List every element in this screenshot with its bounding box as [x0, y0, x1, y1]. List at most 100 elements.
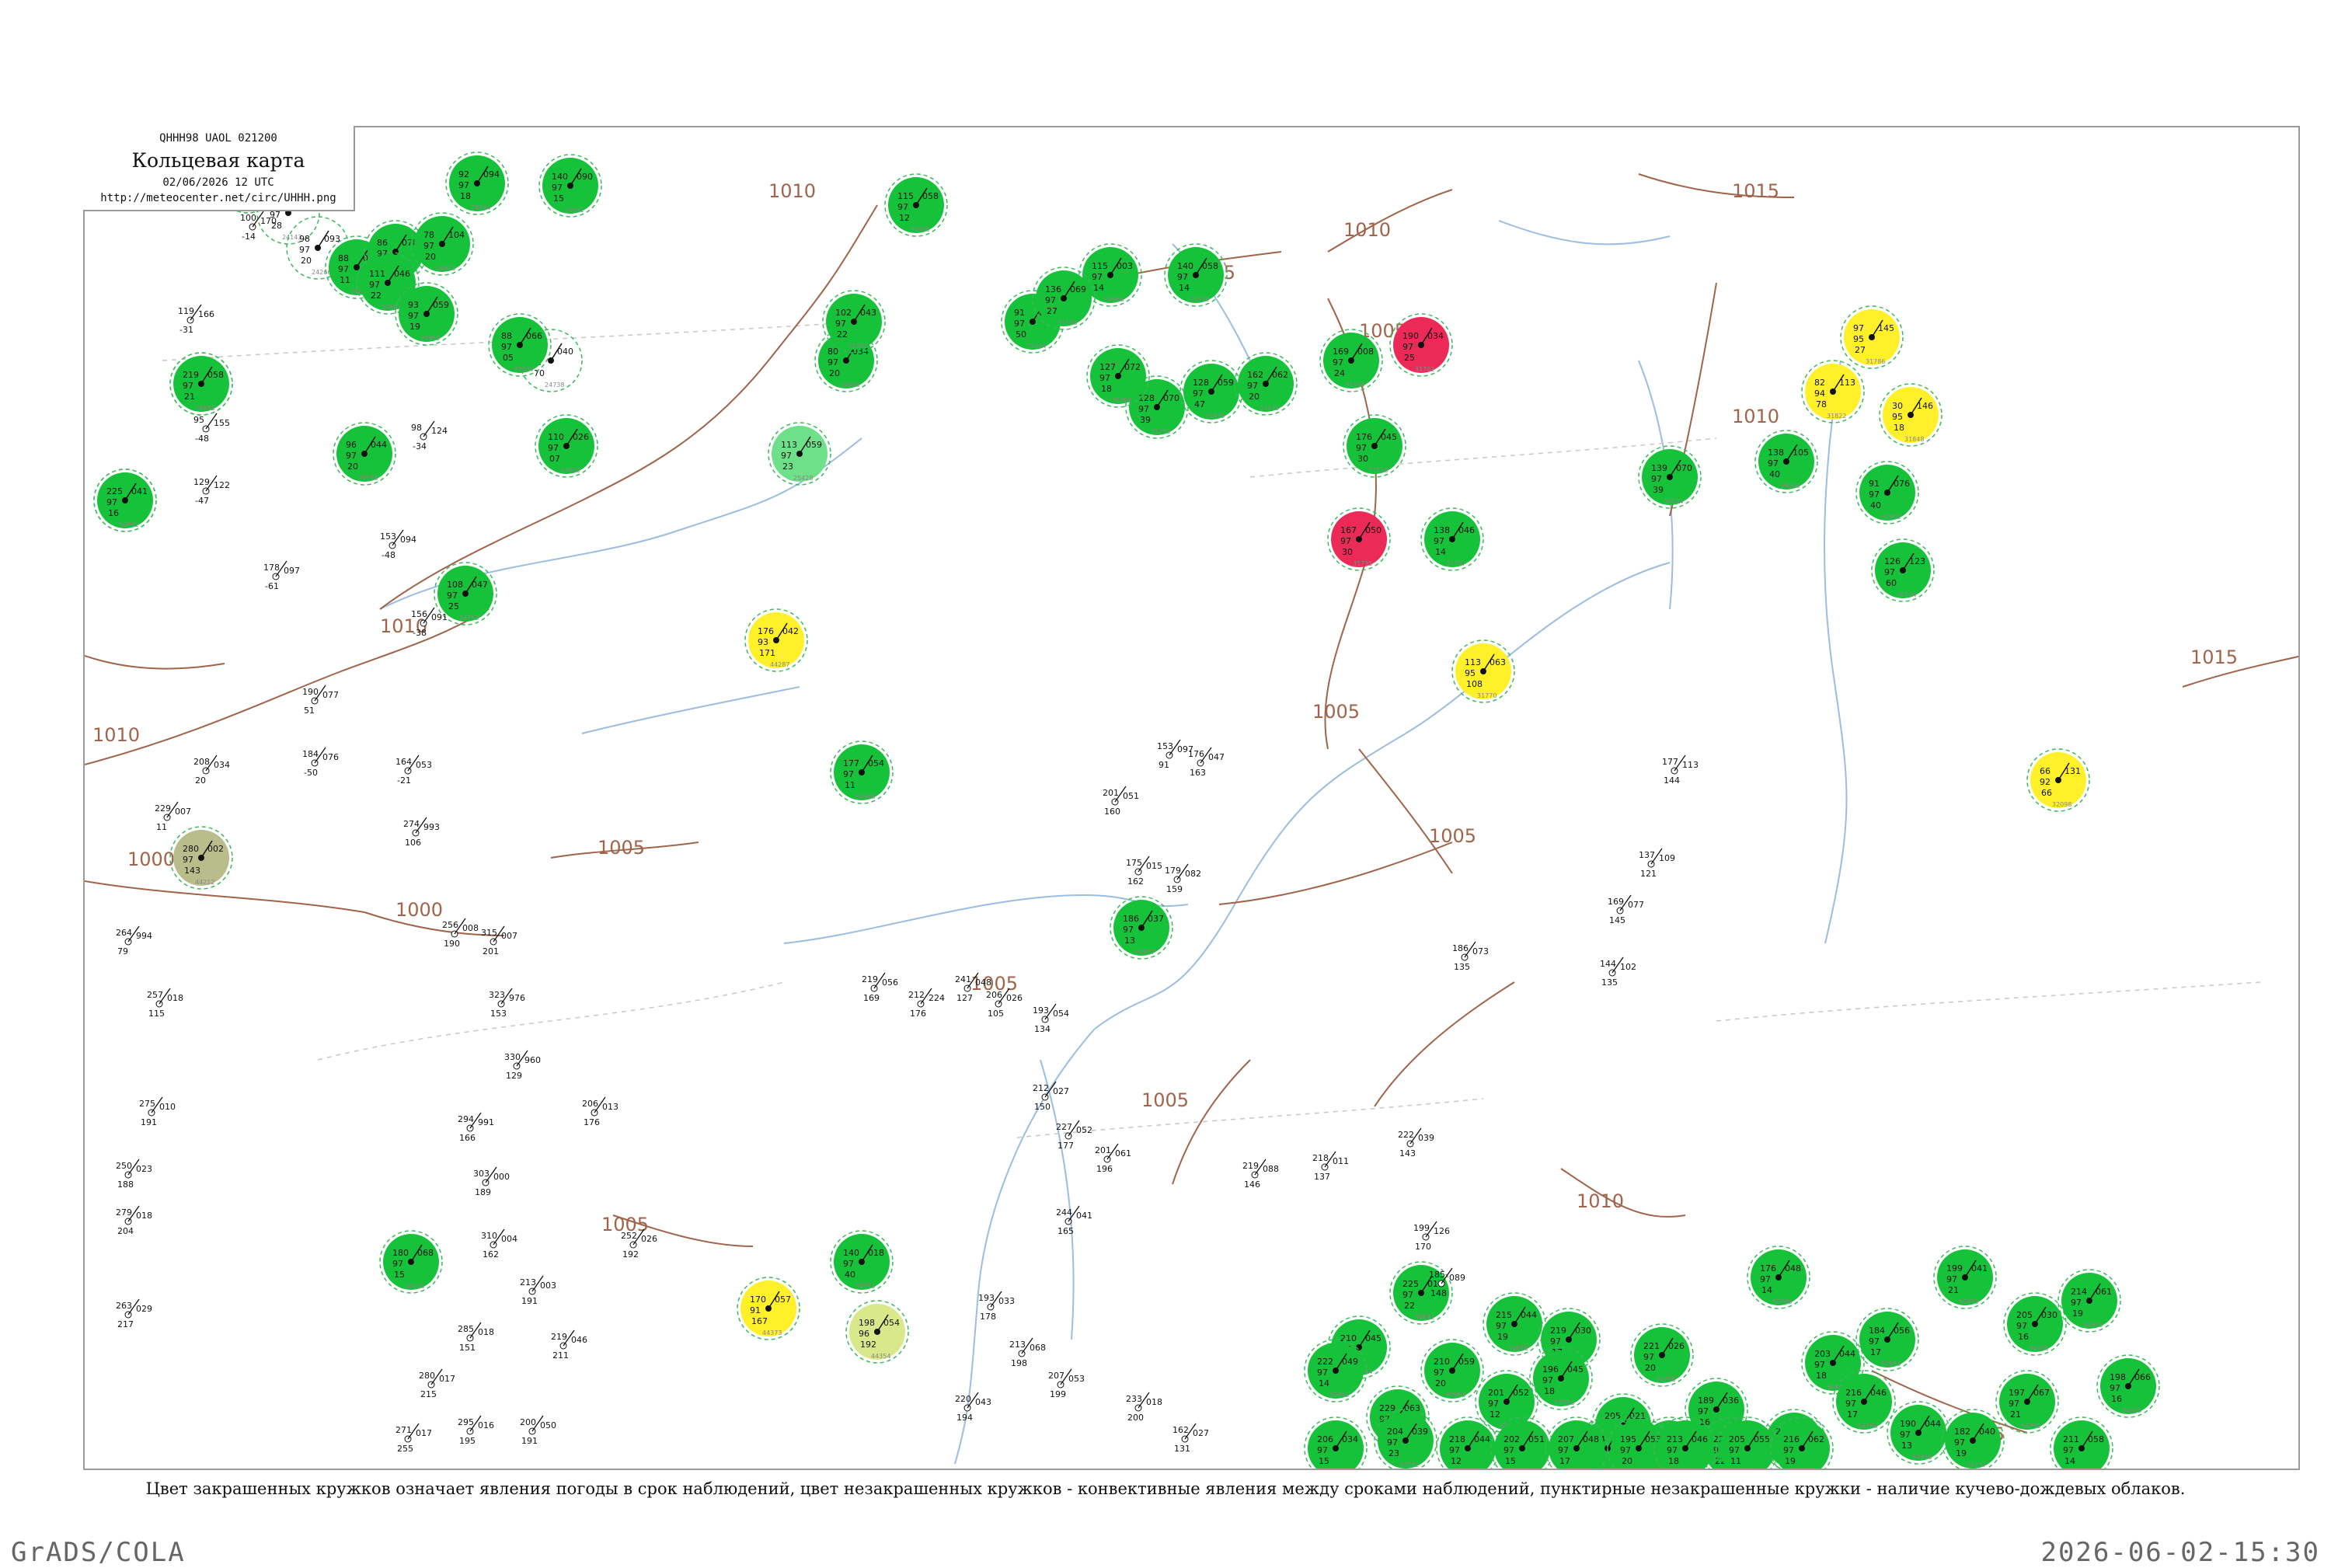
station-reading[interactable]: 263 029217 [116, 1298, 152, 1329]
station-reading[interactable]: 310 004162 [481, 1228, 517, 1260]
station-reading[interactable]: 295 016195 [458, 1415, 494, 1446]
station-reading[interactable]: 95 155 -48 [193, 413, 230, 444]
station-marker[interactable]: 92 094 971824944 [445, 152, 509, 215]
station-marker[interactable]: 219 058 972154678 [169, 352, 233, 416]
station-reading[interactable]: 178 097 -61 [263, 560, 300, 591]
station-marker[interactable]: 206 034 9715 50603 [1304, 1416, 1368, 1470]
station-marker[interactable]: 199 041 972150873 [1933, 1246, 1997, 1309]
station-marker[interactable]: 222 049 971450949 [1304, 1339, 1368, 1402]
station-marker[interactable]: 197 067 972154259 [1995, 1370, 2059, 1434]
station-marker[interactable]: 66 131926632098 [2026, 748, 2090, 812]
station-marker[interactable]: 210 059 972050963 [1420, 1339, 1484, 1402]
station-marker[interactable]: 218 044 9712 54377 [1436, 1416, 1500, 1470]
station-marker[interactable]: 186 037 971350527 [1110, 896, 1173, 960]
station-marker[interactable]: 91 076 974031909 [1855, 461, 1919, 524]
station-marker[interactable]: 88 066 970531004 [488, 313, 552, 377]
station-marker[interactable]: 93 059 971924959 [395, 282, 458, 346]
station-marker[interactable]: 30 146 951831848 [1879, 383, 1942, 447]
station-marker[interactable]: 140 090 971524641 [538, 154, 602, 218]
station-reading[interactable]: 303 000189 [473, 1166, 510, 1197]
station-marker[interactable]: 176 045 973031538 [1343, 414, 1406, 478]
station-marker[interactable]: 167 050 973031735 [1327, 507, 1391, 571]
station-reading[interactable]: 218 011137 [1312, 1151, 1349, 1182]
station-marker[interactable]: 190 044 971354236 [1887, 1401, 1950, 1465]
station-reading[interactable]: 144 102135 [1600, 956, 1636, 988]
station-reading[interactable]: 219 056169 [862, 972, 898, 1003]
station-reading[interactable]: 164 053 -21 [395, 754, 432, 786]
station-reading[interactable]: 208 034 20 [193, 754, 230, 786]
station-reading[interactable]: 279 018204 [116, 1205, 152, 1236]
station-marker[interactable]: 82 113 947831822 [1801, 360, 1865, 423]
station-reading[interactable]: 199 126170 [1413, 1221, 1450, 1252]
station-marker[interactable]: 113 063 95108 31770 [1451, 639, 1515, 703]
station-reading[interactable]: 213 003191 [520, 1275, 556, 1306]
station-reading[interactable]: 274 993106 [403, 817, 440, 848]
station-reading[interactable]: 219 046211 [551, 1329, 587, 1361]
station-marker[interactable]: 182 040 971954237 [1941, 1409, 2005, 1470]
station-marker[interactable]: 162 062 972031415 [1234, 352, 1298, 416]
station-marker[interactable]: 110 026 970724980 [535, 414, 598, 478]
station-reading[interactable]: 177 113144 [1662, 754, 1699, 786]
station-reading[interactable]: 190 077 51 [302, 685, 339, 716]
station-marker[interactable]: 214 061 971950915 [2057, 1269, 2121, 1333]
station-marker[interactable]: 139 070 973936034 [1638, 445, 1702, 509]
station-reading[interactable]: 119 166 -31 [178, 304, 214, 335]
station-reading[interactable]: 193 054134 [1033, 1003, 1069, 1034]
station-reading[interactable]: 212 224176 [908, 988, 945, 1019]
station-marker[interactable]: 170 057 91167 44373 [737, 1277, 800, 1340]
station-reading[interactable]: 330 960129 [504, 1050, 541, 1081]
station-reading[interactable]: 176 047163 [1188, 747, 1225, 778]
station-marker[interactable]: 180 068 971550136 [379, 1230, 443, 1294]
station-reading[interactable]: 207 053199 [1048, 1368, 1085, 1399]
station-marker[interactable]: 225 041 971654662 [93, 469, 157, 532]
station-reading[interactable]: 162 027131 [1172, 1423, 1209, 1454]
station-marker[interactable]: 126 123 976036104 [1871, 538, 1935, 602]
station-reading[interactable]: 153 094 -48 [380, 529, 416, 560]
map-frame[interactable]: 1010101010051005101010051015101010151010… [83, 126, 2300, 1470]
station-reading[interactable]: 213 068198 [1009, 1337, 1046, 1368]
station-reading[interactable]: 222 039143 [1398, 1127, 1434, 1159]
station-reading[interactable]: 275 010191 [139, 1096, 176, 1127]
station-reading[interactable]: 227 052177 [1056, 1120, 1092, 1151]
station-marker[interactable]: 176 048 971450788 [1747, 1246, 1810, 1309]
station-marker[interactable]: 205 030 971650888 [2003, 1292, 2067, 1356]
station-marker[interactable]: 216 046 971754186 [1832, 1370, 1896, 1434]
station-marker[interactable]: 204 039 972354292 [1374, 1409, 1437, 1470]
station-marker[interactable]: 140 018 974050353 [830, 1230, 894, 1294]
station-reading[interactable]: 175 015162 [1126, 855, 1162, 887]
station-marker[interactable]: 127 072 971831369 [1086, 344, 1150, 408]
station-reading[interactable]: 280 017215 [419, 1368, 455, 1399]
station-marker[interactable]: 211 058 9714 54273 [2050, 1416, 2113, 1470]
station-marker[interactable]: 113 059 972325428 [768, 422, 831, 486]
station-reading[interactable]: 206 013176 [582, 1096, 618, 1127]
station-reading[interactable]: 229 007 11 [155, 801, 191, 832]
station-marker[interactable]: 97 145 952731786 [1840, 305, 1904, 369]
station-marker[interactable]: 280 002 97143 44212 [169, 826, 233, 890]
station-marker[interactable]: 190 034 972531702 [1389, 313, 1453, 377]
station-reading[interactable]: 294 991166 [458, 1112, 494, 1143]
station-reading[interactable]: 271 017255 [395, 1423, 432, 1454]
station-marker[interactable]: 184 056 971750853 [1855, 1308, 1919, 1371]
station-marker[interactable]: 138 105 974036096 [1754, 430, 1818, 493]
station-reading[interactable]: 179 082159 [1165, 863, 1201, 894]
station-reading[interactable]: 264 994 79 [116, 925, 152, 956]
map-canvas[interactable]: 1010101010051005101010051015101010151010… [85, 127, 2300, 1470]
station-reading[interactable]: 315 007201 [481, 925, 517, 956]
station-reading[interactable]: 285 018151 [458, 1322, 494, 1353]
station-marker[interactable]: 169 008 972431594 [1319, 329, 1383, 392]
station-marker[interactable]: 221 026 972050756 [1630, 1323, 1694, 1387]
station-reading[interactable]: 220 043194 [955, 1392, 991, 1423]
station-reading[interactable]: 257 018115 [147, 988, 183, 1019]
station-marker[interactable]: 115 058 971231088 [884, 173, 948, 237]
station-marker[interactable]: 96 044 972025138 [333, 422, 396, 486]
station-reading[interactable]: 201 061196 [1095, 1143, 1131, 1174]
station-marker[interactable]: 177 054 971150468 [830, 740, 894, 804]
station-marker[interactable]: 140 058 971431329 [1164, 243, 1228, 307]
station-reading[interactable]: 323 976153 [489, 988, 525, 1019]
station-reading[interactable]: 193 033178 [978, 1291, 1015, 1322]
station-reading[interactable]: 184 076 -50 [302, 747, 339, 778]
station-marker[interactable]: 102 043 972231062 [822, 290, 886, 354]
station-marker[interactable]: 176 042 93171 44287 [744, 608, 808, 672]
station-marker[interactable]: 198 054 96192 44354 [845, 1300, 909, 1364]
station-reading[interactable]: 137 109121 [1639, 848, 1675, 879]
